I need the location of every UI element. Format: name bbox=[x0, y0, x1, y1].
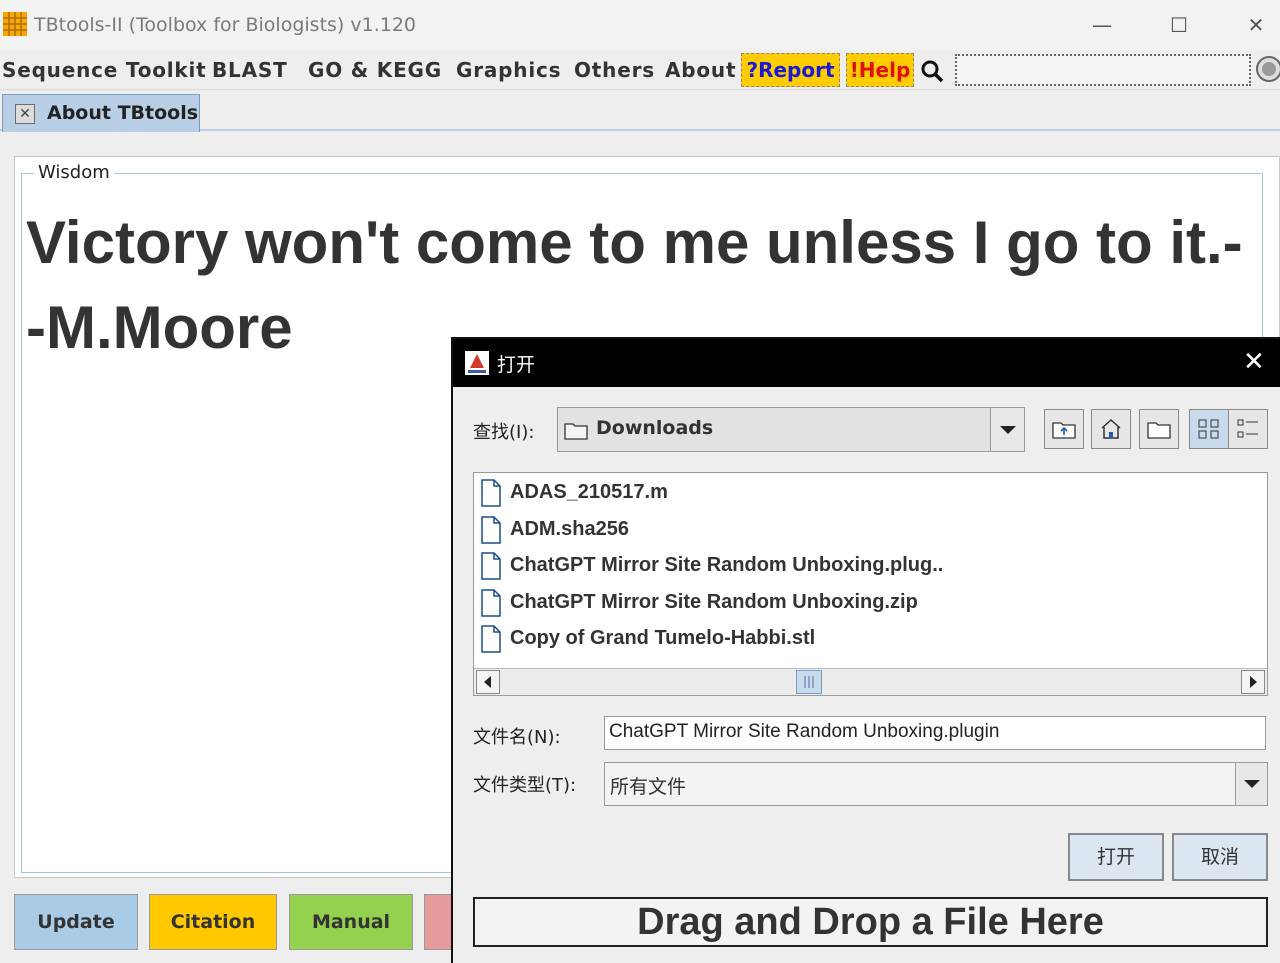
up-one-level-button[interactable] bbox=[1044, 409, 1084, 449]
dialog-title-bar: 打开 ✕ bbox=[453, 339, 1280, 387]
manual-button[interactable]: Manual bbox=[289, 894, 413, 950]
file-name: ChatGPT Mirror Site Random Unboxing.plug… bbox=[510, 554, 944, 576]
open-file-dialog: 打开 ✕ 查找(I): Downloads ADAS_210517.m ADM.… bbox=[451, 337, 1280, 963]
dialog-title: 打开 bbox=[497, 354, 536, 376]
scroll-right-icon[interactable] bbox=[1241, 670, 1265, 694]
cancel-button[interactable]: 取消 bbox=[1172, 833, 1268, 881]
menu-about[interactable]: About bbox=[665, 56, 736, 84]
file-name: ADAS_210517.m bbox=[510, 481, 668, 503]
file-icon bbox=[481, 479, 501, 507]
menu-graphics[interactable]: Graphics bbox=[456, 56, 561, 84]
list-view-icon bbox=[1198, 419, 1219, 439]
details-view-icon bbox=[1237, 419, 1258, 438]
file-icon bbox=[481, 516, 501, 544]
title-bar: TBtools-II (Toolbox for Biologists) v1.1… bbox=[0, 0, 1280, 50]
file-name: ADM.sha256 bbox=[510, 518, 629, 540]
tab-strip: ✕ About TBtools bbox=[0, 91, 1280, 132]
report-button[interactable]: ?Report bbox=[741, 53, 840, 87]
update-button[interactable]: Update bbox=[14, 894, 138, 950]
filetype-value: 所有文件 bbox=[610, 776, 687, 798]
list-view-button[interactable] bbox=[1189, 409, 1229, 449]
search-input[interactable] bbox=[955, 54, 1251, 86]
help-button[interactable]: !Help bbox=[846, 53, 914, 87]
tbtools-window: TBtools-II (Toolbox for Biologists) v1.1… bbox=[0, 0, 1280, 963]
drag-drop-zone[interactable]: Drag and Drop a File Here bbox=[473, 897, 1268, 947]
filetype-label: 文件类型(T): bbox=[473, 775, 577, 796]
home-icon bbox=[1101, 418, 1121, 439]
file-list[interactable]: ADAS_210517.m ADM.sha256 ChatGPT Mirror … bbox=[473, 472, 1268, 696]
new-folder-button[interactable] bbox=[1139, 409, 1179, 449]
wisdom-legend: Wisdom bbox=[34, 162, 114, 183]
file-icon bbox=[481, 552, 501, 580]
minimize-button[interactable]: — bbox=[1087, 10, 1117, 40]
maximize-button[interactable]: ☐ bbox=[1164, 10, 1194, 40]
filetype-combo[interactable]: 所有文件 bbox=[604, 762, 1268, 806]
grid-logo-icon bbox=[3, 12, 27, 36]
scrollbar-thumb[interactable] bbox=[796, 670, 822, 694]
scroll-left-icon[interactable] bbox=[476, 670, 500, 694]
look-in-value: Downloads bbox=[596, 417, 714, 439]
tab-about-tbtools[interactable]: ✕ About TBtools bbox=[2, 94, 200, 132]
loading-spinner-icon bbox=[1256, 56, 1280, 82]
file-name: Copy of Grand Tumelo-Habbi.stl bbox=[510, 627, 816, 649]
file-name: ChatGPT Mirror Site Random Unboxing.zip bbox=[510, 591, 918, 613]
look-in-combo[interactable]: Downloads bbox=[557, 407, 1025, 452]
menu-others[interactable]: Others bbox=[574, 56, 655, 84]
file-icon bbox=[481, 589, 501, 617]
details-view-button[interactable] bbox=[1228, 409, 1268, 449]
chevron-down-icon[interactable] bbox=[990, 408, 1024, 451]
chevron-down-icon[interactable] bbox=[1235, 763, 1267, 805]
home-button[interactable] bbox=[1091, 409, 1131, 449]
folder-up-icon bbox=[1052, 422, 1076, 439]
open-button[interactable]: 打开 bbox=[1068, 833, 1164, 881]
menu-bar: Sequence Toolkit BLAST GO & KEGG Graphic… bbox=[0, 50, 1280, 90]
horizontal-scrollbar[interactable] bbox=[474, 668, 1267, 695]
citation-button[interactable]: Citation bbox=[149, 894, 277, 950]
window-title: TBtools-II (Toolbox for Biologists) v1.1… bbox=[34, 14, 417, 36]
tab-label: About TBtools bbox=[47, 102, 199, 124]
menu-blast[interactable]: BLAST bbox=[212, 56, 288, 84]
filename-label: 文件名(N): bbox=[473, 727, 561, 748]
menu-go-kegg[interactable]: GO & KEGG bbox=[308, 56, 442, 84]
look-in-label: 查找(I): bbox=[473, 422, 535, 443]
dialog-close-button[interactable]: ✕ bbox=[1243, 347, 1265, 377]
magnifier-icon[interactable] bbox=[919, 58, 945, 84]
new-folder-icon bbox=[1147, 422, 1171, 439]
menu-sequence-toolkit[interactable]: Sequence Toolkit bbox=[2, 56, 207, 84]
folder-icon bbox=[564, 423, 588, 440]
file-icon bbox=[481, 625, 501, 653]
tab-close-icon[interactable]: ✕ bbox=[15, 104, 35, 124]
java-cup-icon bbox=[465, 351, 489, 375]
filename-field[interactable]: ChatGPT Mirror Site Random Unboxing.plug… bbox=[604, 716, 1266, 750]
close-button[interactable]: ✕ bbox=[1241, 10, 1271, 40]
